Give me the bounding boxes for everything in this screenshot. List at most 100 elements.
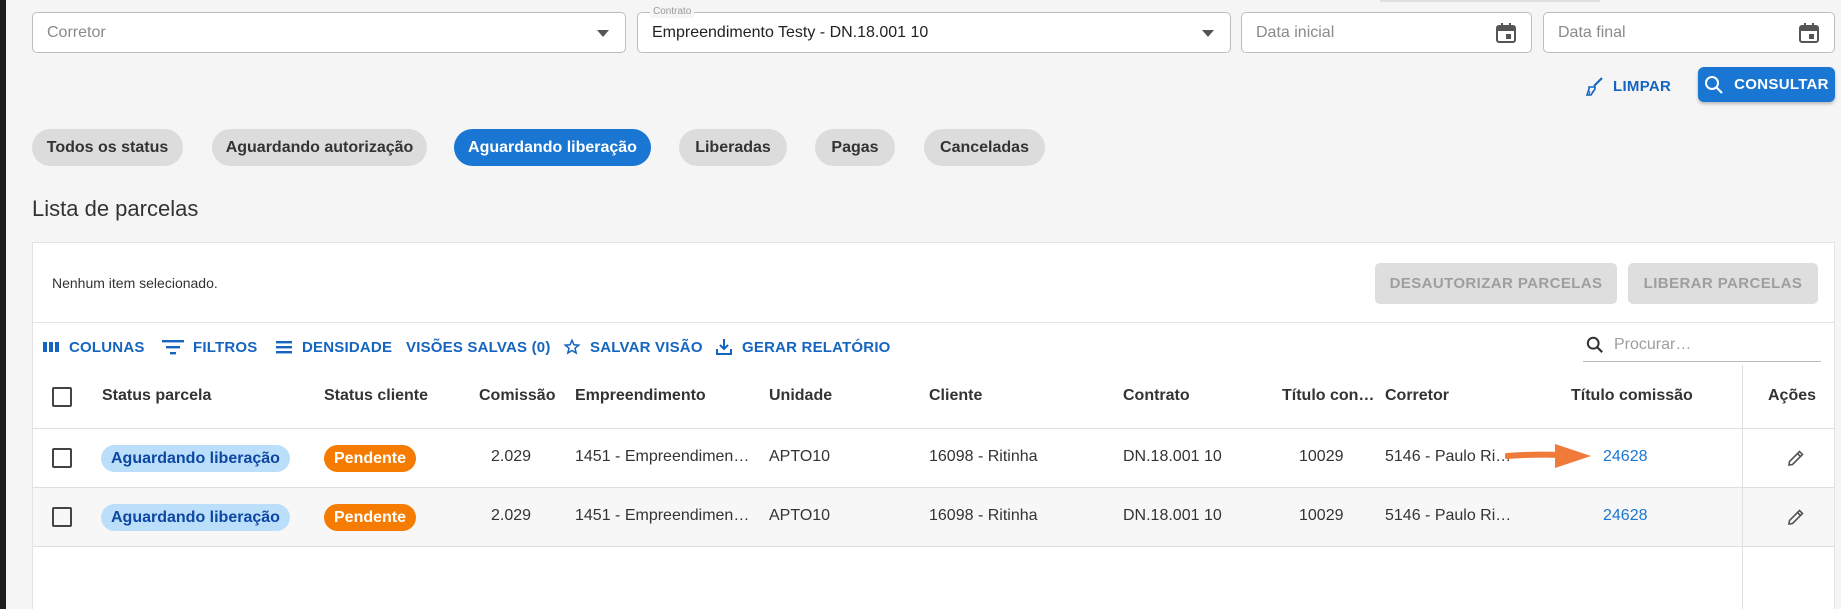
chip-pagas[interactable]: Pagas xyxy=(815,129,895,166)
contrato-label: Contrato xyxy=(650,6,695,18)
columns-label: COLUNAS xyxy=(69,338,145,356)
filters-button[interactable]: FILTROS xyxy=(162,335,257,359)
header-status-cliente[interactable]: Status cliente xyxy=(324,387,428,405)
header-status-parcela[interactable]: Status parcela xyxy=(102,387,211,405)
header-empreendimento[interactable]: Empreendimento xyxy=(575,387,706,405)
search-icon xyxy=(1705,75,1723,94)
chevron-down-icon xyxy=(1202,30,1214,37)
actions-column-divider xyxy=(1742,365,1743,609)
cell-empreendimento: 1451 - Empreendimen… xyxy=(575,507,750,524)
save-view-button[interactable]: SALVAR VISÃO xyxy=(563,335,703,359)
saved-views-label: VISÕES SALVAS (0) xyxy=(406,338,551,356)
cell-titulo-contrato: 10029 xyxy=(1299,507,1344,524)
table-header: Status parcela Status cliente Comissão E… xyxy=(33,365,1834,429)
chip-aguardando-liberacao[interactable]: Aguardando liberação xyxy=(454,129,651,166)
unauthorize-button-label: DESAUTORIZAR PARCELAS xyxy=(1389,275,1603,292)
corretor-placeholder: Corretor xyxy=(47,23,106,41)
star-icon xyxy=(563,338,581,355)
pencil-icon[interactable] xyxy=(1784,446,1808,470)
cell-contrato: DN.18.001 10 xyxy=(1123,507,1222,524)
consult-button[interactable]: CONSULTAR xyxy=(1698,67,1835,102)
header-titulo-comissao[interactable]: Título comissão xyxy=(1571,387,1693,405)
row-checkbox[interactable] xyxy=(52,448,72,468)
data-inicial-placeholder: Data inicial xyxy=(1256,23,1335,41)
report-button[interactable]: GERAR RELATÓRIO xyxy=(715,335,891,359)
density-button[interactable]: DENSIDADE xyxy=(275,335,392,359)
chip-label: Aguardando liberação xyxy=(468,138,637,156)
cell-contrato: DN.18.001 10 xyxy=(1123,448,1222,465)
cell-unidade: APTO10 xyxy=(769,448,831,465)
table-row[interactable]: Aguardando liberação Pendente 2.029 1451… xyxy=(33,488,1834,547)
clear-button[interactable]: LIMPAR xyxy=(1585,70,1671,102)
cell-comissao: 2.029 xyxy=(491,507,532,524)
calendar-icon[interactable] xyxy=(1494,21,1518,45)
chip-label: Aguardando autorização xyxy=(225,138,414,156)
cell-corretor: 5146 - Paulo Ri… xyxy=(1385,507,1512,524)
filter-icon xyxy=(162,340,184,355)
selection-bar: Nenhum item selecionado. DESAUTORIZAR PA… xyxy=(33,243,1834,323)
select-all-checkbox[interactable] xyxy=(52,387,72,407)
selection-text: Nenhum item selecionado. xyxy=(52,275,218,291)
top-strip xyxy=(1380,0,1600,2)
header-acoes: Ações xyxy=(1768,387,1817,404)
report-label: GERAR RELATÓRIO xyxy=(742,338,891,356)
header-titulo-contrato[interactable]: Título con… xyxy=(1282,387,1374,405)
header-comissao[interactable]: Comissão xyxy=(479,387,555,405)
calendar-icon[interactable] xyxy=(1797,21,1821,45)
header-cliente[interactable]: Cliente xyxy=(929,387,982,405)
search-placeholder: Procurar… xyxy=(1614,335,1692,353)
cell-empreendimento: 1451 - Empreendimen… xyxy=(575,448,750,465)
data-final-field[interactable]: Data final xyxy=(1543,12,1835,53)
page-title: Lista de parcelas xyxy=(32,196,199,221)
density-label: DENSIDADE xyxy=(302,338,393,356)
contrato-value: Empreendimento Testy - DN.18.001 10 xyxy=(652,23,929,41)
filters-label: FILTROS xyxy=(193,338,258,356)
search-input[interactable]: Procurar… xyxy=(1583,328,1821,362)
window-edge xyxy=(0,0,6,609)
release-button[interactable]: LIBERAR PARCELAS xyxy=(1628,263,1818,304)
cell-titulo-comissao-link[interactable]: 24628 xyxy=(1603,507,1648,525)
annotation-arrow-icon xyxy=(1505,444,1591,468)
saved-views-button[interactable]: VISÕES SALVAS (0) xyxy=(406,335,551,359)
clear-button-label: LIMPAR xyxy=(1613,77,1672,95)
chip-canceladas[interactable]: Canceladas xyxy=(924,129,1045,166)
data-final-placeholder: Data final xyxy=(1558,23,1626,41)
cell-unidade: APTO10 xyxy=(769,507,831,524)
corretor-select[interactable]: Corretor xyxy=(32,12,626,53)
pencil-icon[interactable] xyxy=(1784,505,1808,529)
parcelas-panel: Nenhum item selecionado. DESAUTORIZAR PA… xyxy=(32,242,1835,609)
chip-label: Canceladas xyxy=(940,138,1029,156)
cell-titulo-comissao-link[interactable]: 24628 xyxy=(1603,448,1648,466)
download-icon xyxy=(716,339,732,355)
client-status-badge: Pendente xyxy=(324,504,417,531)
header-unidade[interactable]: Unidade xyxy=(769,387,832,405)
chip-liberadas[interactable]: Liberadas xyxy=(679,129,787,166)
columns-button[interactable]: COLUNAS xyxy=(42,335,145,359)
contrato-select[interactable]: Contrato Empreendimento Testy - DN.18.00… xyxy=(637,6,1231,53)
density-icon xyxy=(276,341,292,354)
row-checkbox[interactable] xyxy=(52,507,72,527)
chip-label: Todos os status xyxy=(46,138,169,156)
release-button-label: LIBERAR PARCELAS xyxy=(1643,275,1803,292)
chip-todos-os-status[interactable]: Todos os status xyxy=(32,129,183,166)
consult-button-label: CONSULTAR xyxy=(1734,76,1829,93)
status-badge: Aguardando liberação xyxy=(101,445,290,472)
cell-cliente: 16098 - Ritinha xyxy=(929,448,1038,465)
chip-label: Pagas xyxy=(831,138,879,156)
cell-corretor: 5146 - Paulo Ri… xyxy=(1385,448,1512,465)
columns-icon xyxy=(43,342,59,352)
unauthorize-button[interactable]: DESAUTORIZAR PARCELAS xyxy=(1375,263,1617,304)
broom-icon xyxy=(1585,77,1603,96)
status-badge: Aguardando liberação xyxy=(101,504,290,531)
data-inicial-field[interactable]: Data inicial xyxy=(1241,12,1532,53)
chip-aguardando-autorizacao[interactable]: Aguardando autorização xyxy=(212,129,427,166)
search-icon xyxy=(1586,336,1603,353)
cell-cliente: 16098 - Ritinha xyxy=(929,507,1038,524)
header-contrato[interactable]: Contrato xyxy=(1123,387,1190,405)
header-corretor[interactable]: Corretor xyxy=(1385,387,1449,405)
client-status-badge: Pendente xyxy=(324,445,417,472)
cell-titulo-contrato: 10029 xyxy=(1299,448,1344,465)
chevron-down-icon xyxy=(597,30,609,37)
save-view-label: SALVAR VISÃO xyxy=(590,338,703,356)
chip-label: Liberadas xyxy=(695,138,771,156)
